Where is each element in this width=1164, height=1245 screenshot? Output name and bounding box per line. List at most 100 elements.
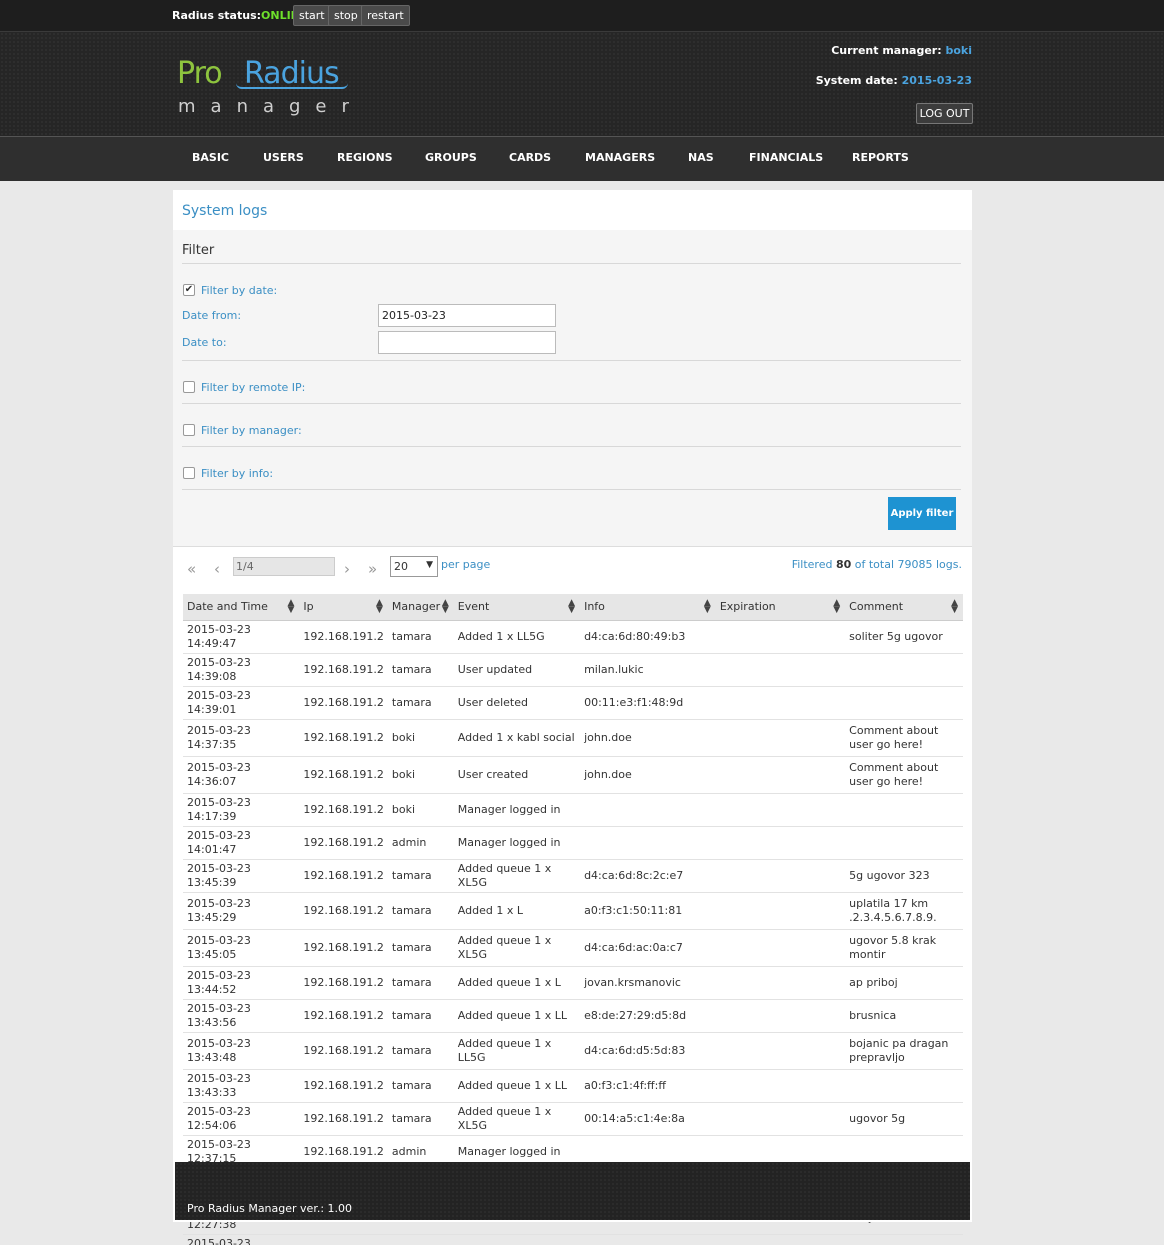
- last-page-icon[interactable]: »: [368, 560, 377, 578]
- table-cell: 2015-03-23 14:17:39: [183, 793, 300, 827]
- filtered-count: 80: [835, 558, 852, 571]
- column-manager[interactable]: Manager ▲ ▼: [387, 594, 454, 621]
- table-cell: tamara: [387, 686, 454, 720]
- current-manager-name: boki: [945, 44, 972, 57]
- table-cell: 2015-03-23 13:45:39: [183, 859, 300, 893]
- table-cell: [715, 719, 846, 757]
- table-cell: [715, 1069, 846, 1103]
- table-row: 2015-03-23 14:37:35 192.168.191.2 boki Adde…: [183, 719, 963, 757]
- column-date-time[interactable]: Date and Time ▲ ▼: [183, 594, 300, 621]
- table-row: 2015-03-23 13:44:52 192.168.191.2 tamara Ad…: [183, 966, 963, 1000]
- table-cell: 2015-03-23 14:39:08: [183, 653, 300, 687]
- column-ip[interactable]: Ip ▲ ▼: [299, 594, 388, 621]
- table-row: 2015-03-23 13:43:33 192.168.191.2 tamara Ad…: [183, 1069, 963, 1103]
- main-nav: BASIC USERS REGIONS GROUPS CARDS MANAGER…: [0, 136, 1164, 181]
- table-cell: [580, 793, 716, 827]
- nav-financials[interactable]: FINANCIALS: [749, 151, 823, 164]
- nav-groups[interactable]: GROUPS: [425, 151, 477, 164]
- sort-icon: ▲ ▼: [703, 598, 711, 615]
- table-cell: [715, 999, 846, 1033]
- table-cell: ap priboj: [845, 966, 963, 1000]
- apply-filter-button[interactable]: Apply filter: [888, 497, 956, 530]
- table-cell: jovan.krsmanovic: [580, 966, 716, 1000]
- table-cell: Added queue 1 x LL: [453, 999, 581, 1033]
- date-to-input[interactable]: [378, 331, 556, 354]
- current-manager: Current manager: boki: [831, 44, 972, 57]
- per-page-select[interactable]: 20 ▼: [390, 556, 438, 577]
- column-info[interactable]: Info ▲ ▼: [580, 594, 716, 621]
- table-cell: [715, 793, 846, 827]
- first-page-icon[interactable]: «: [187, 560, 196, 578]
- column-comment[interactable]: Comment ▲ ▼: [845, 594, 963, 621]
- table-cell: User updated: [453, 653, 581, 687]
- table-cell: d4:ca:6d:8c:2c:e7: [580, 859, 716, 893]
- column-expiration[interactable]: Expiration ▲ ▼: [715, 594, 846, 621]
- table-cell: [715, 1234, 846, 1245]
- nav-managers[interactable]: MANAGERS: [585, 151, 655, 164]
- table-cell: [845, 653, 963, 687]
- filter-by-manager-label: Filter by manager:: [201, 424, 302, 437]
- table-cell: 00:11:e3:f1:48:9d: [580, 686, 716, 720]
- footer: Pro Radius Manager ver.: 1.00: [173, 1162, 972, 1222]
- table-cell: Manager logged in: [453, 793, 581, 827]
- prev-page-icon[interactable]: ‹: [214, 560, 220, 578]
- system-date-value: 2015-03-23: [901, 74, 972, 87]
- table-cell: 5g ugovor 323: [845, 859, 963, 893]
- table-cell: [715, 686, 846, 720]
- page-input[interactable]: [233, 557, 335, 576]
- radius-status: Radius status:ONLINE!: [172, 9, 313, 22]
- table-cell: 192.168.191.2: [299, 999, 388, 1033]
- table-cell: boki: [387, 719, 454, 757]
- table-cell: 192.168.191.2: [299, 966, 388, 1000]
- filter-by-remote-ip-checkbox[interactable]: [183, 381, 195, 393]
- filter-by-remote-ip-label: Filter by remote IP:: [201, 381, 306, 394]
- table-cell: e8:de:27:29:d5:8d: [580, 999, 716, 1033]
- table-cell: Comment about user go here!: [845, 756, 963, 794]
- table-row: 2015-03-23 14:39:01 192.168.191.2 tamara Us…: [183, 686, 963, 720]
- table-cell: Added queue 1 x L: [453, 966, 581, 1000]
- table-cell: tamara: [387, 620, 454, 654]
- table-cell: 2015-03-23 13:43:56: [183, 999, 300, 1033]
- table-row: 2015-03-23 13:43:56 192.168.191.2 tamara Ad…: [183, 999, 963, 1033]
- table-cell: 192.168.191.2: [299, 719, 388, 757]
- table-cell: boki: [387, 793, 454, 827]
- table-cell: tamara: [387, 999, 454, 1033]
- filter-by-date-checkbox[interactable]: ✔: [183, 284, 195, 296]
- restart-button[interactable]: restart: [361, 5, 410, 26]
- date-from-input[interactable]: [378, 304, 556, 327]
- logo-swoosh: [236, 83, 348, 89]
- table-cell: Added 1 x L: [453, 892, 581, 930]
- table-cell: [715, 1032, 846, 1070]
- column-event[interactable]: Event ▲ ▼: [453, 594, 581, 621]
- table-row: 2015-03-23 12:26:43192.168.191.2tamaraAd…: [183, 1234, 963, 1245]
- stop-button[interactable]: stop: [328, 5, 364, 26]
- start-button[interactable]: start: [293, 5, 331, 26]
- table-cell: 2015-03-23 13:45:29: [183, 892, 300, 930]
- table-cell: Added queue 1 x LL: [453, 1069, 581, 1103]
- table-cell: Added queue 1 x XL5G: [453, 1102, 581, 1136]
- table-row: 2015-03-23 13:45:05 192.168.191.2 tamara Ad…: [183, 929, 963, 967]
- table-cell: tamara: [387, 929, 454, 967]
- table-row: 2015-03-23 13:43:48 192.168.191.2 tamara Ad…: [183, 1032, 963, 1070]
- nav-regions[interactable]: REGIONS: [337, 151, 393, 164]
- filter-by-info-checkbox[interactable]: [183, 467, 195, 479]
- divider: [182, 446, 961, 447]
- nav-users[interactable]: USERS: [263, 151, 304, 164]
- nav-reports[interactable]: REPORTS: [852, 151, 909, 164]
- table-cell: [715, 859, 846, 893]
- table-cell: [715, 620, 846, 654]
- nav-nas[interactable]: NAS: [688, 151, 714, 164]
- table-cell: tamara: [387, 892, 454, 930]
- logo-manager: manager: [178, 96, 364, 117]
- table-cell: bojanic pa dragan prepravljo: [845, 1032, 963, 1070]
- nav-basic[interactable]: BASIC: [192, 151, 229, 164]
- nav-cards[interactable]: CARDS: [509, 151, 551, 164]
- table-row: 2015-03-23 13:45:29 192.168.191.2 tamara Ad…: [183, 892, 963, 930]
- table-cell: [715, 653, 846, 687]
- table-row: 2015-03-23 14:39:08 192.168.191.2 tamara Us…: [183, 653, 963, 687]
- date-to-label: Date to:: [182, 336, 227, 349]
- filter-by-manager-checkbox[interactable]: [183, 424, 195, 436]
- logout-button[interactable]: LOG OUT: [916, 103, 973, 124]
- next-page-icon[interactable]: ›: [344, 560, 350, 578]
- table-cell: tamara: [387, 1102, 454, 1136]
